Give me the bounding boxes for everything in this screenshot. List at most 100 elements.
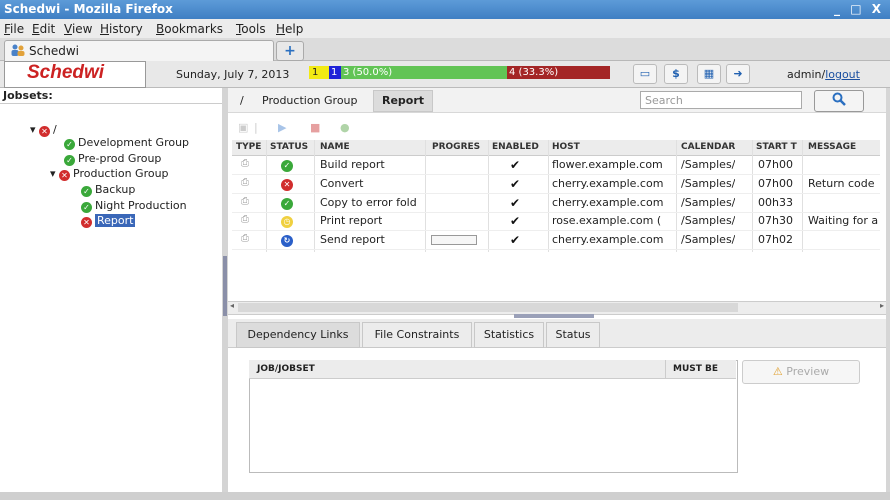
window-title: Schedwi - Mozilla Firefox [4, 2, 173, 16]
expand-arrow-icon[interactable]: ▾ [30, 123, 36, 136]
calendar-icon[interactable]: ▦ [697, 64, 721, 84]
dependency-table-header: JOB/JOBSET MUST BE [249, 360, 736, 379]
status-seg-pending: 1 [309, 66, 329, 79]
divider [0, 103, 222, 104]
col-host[interactable]: HOST [552, 142, 580, 152]
search-input[interactable]: Search [640, 91, 802, 109]
col-status[interactable]: STATUS [270, 142, 308, 152]
status-running-icon: ↻ [281, 233, 293, 247]
edit-icon[interactable]: ▣ [238, 121, 248, 134]
col-calendar[interactable]: CALENDAR [681, 142, 735, 152]
status-seg-running: 1 [329, 66, 341, 79]
menu-help[interactable]: Help [276, 22, 303, 36]
job-host: rose.example.com ( [552, 214, 662, 227]
tab-status[interactable]: Status [546, 322, 600, 348]
breadcrumb-group[interactable]: Production Group [262, 94, 358, 107]
username: admin/ [787, 68, 826, 81]
scroll-left-icon[interactable]: ◂ [230, 301, 234, 310]
job-calendar: /Samples/ [681, 158, 736, 171]
logout-link[interactable]: logout [825, 68, 860, 81]
job-start-time: 07h00 [758, 177, 793, 190]
tree-root[interactable]: ▾ ✕ / [30, 123, 57, 137]
browser-status-bar [0, 492, 890, 500]
browser-tab-label: Schedwi [29, 44, 79, 58]
job-host: flower.example.com [552, 158, 663, 171]
tree-item-night-production[interactable]: ✓ Night Production [81, 199, 187, 213]
menu-file[interactable]: File [4, 22, 24, 36]
browser-tab[interactable]: Schedwi [4, 40, 274, 61]
status-ok-icon: ✓ [281, 196, 293, 210]
window-controls[interactable]: _ □ X [834, 2, 884, 16]
tree-item-development-group[interactable]: ✓ Development Group [64, 136, 189, 150]
exit-icon[interactable]: ➜ [726, 64, 750, 84]
refresh-icon[interactable]: ● [340, 121, 350, 134]
job-host: cherry.example.com [552, 177, 664, 190]
job-type-icon: ⎙ [241, 177, 249, 188]
job-type-icon: ⎙ [241, 196, 249, 207]
col-must-be[interactable]: MUST BE [673, 364, 718, 374]
enabled-check-icon: ✔ [510, 233, 521, 247]
progress-bar [431, 235, 477, 245]
col-enabled[interactable]: ENABLED [492, 142, 539, 152]
logo-text: Schedwi [27, 62, 105, 83]
search-button[interactable] [814, 90, 864, 112]
job-host: cherry.example.com [552, 196, 664, 209]
expand-arrow-icon[interactable]: ▾ [50, 167, 56, 180]
scroll-right-icon[interactable]: ▸ [880, 301, 884, 310]
col-progress[interactable]: PROGRES [432, 142, 488, 152]
job-start-time: 07h00 [758, 158, 793, 171]
breadcrumb-root[interactable]: / [240, 94, 244, 107]
job-name: Copy to error fold [320, 196, 417, 209]
tree-item-backup[interactable]: ✓ Backup [81, 183, 135, 197]
tree-item-production-group[interactable]: ▾ ✕ Production Group [50, 167, 169, 181]
tab-dependency-links[interactable]: Dependency Links [236, 322, 360, 348]
enabled-check-icon: ✔ [510, 177, 521, 191]
start-icon[interactable]: ▶ [278, 121, 286, 134]
separator-icon: | [254, 121, 258, 134]
user-info: admin/logout [787, 68, 860, 81]
job-calendar: /Samples/ [681, 196, 736, 209]
menu-history[interactable]: History [100, 22, 143, 36]
status-seg-completed: 3 (50.0%) [341, 66, 507, 79]
col-name[interactable]: NAME [320, 142, 350, 152]
app-logo[interactable]: Schedwi [4, 61, 146, 88]
column-divider [665, 360, 666, 378]
job-name: Print report [320, 214, 383, 227]
ok-icon: ✓ [81, 202, 92, 213]
job-name: Convert [320, 177, 364, 190]
col-start-time[interactable]: START T [756, 142, 800, 152]
monitor-icon[interactable]: ▭ [633, 64, 657, 84]
tab-statistics[interactable]: Statistics [474, 322, 544, 348]
tree-item-preprod-group[interactable]: ✓ Pre-prod Group [64, 152, 161, 166]
window-titlebar: Schedwi - Mozilla Firefox _ □ X [0, 0, 890, 19]
menu-view[interactable]: View [64, 22, 92, 36]
new-tab-button[interactable]: + [276, 41, 304, 61]
menu-edit[interactable]: Edit [32, 22, 55, 36]
status-waiting-icon: ◷ [281, 214, 293, 228]
tree-item-label-selected: Report [95, 214, 136, 227]
job-type-icon: ⎙ [241, 214, 249, 225]
dollar-icon[interactable]: $ [664, 64, 688, 84]
job-status-bar[interactable]: 1 1 3 (50.0%) 4 (33.3%) [309, 66, 610, 79]
enabled-check-icon: ✔ [510, 214, 521, 228]
job-name: Send report [320, 233, 385, 246]
panel-resize-grip[interactable] [514, 314, 594, 318]
preview-label: Preview [786, 365, 830, 378]
menu-tools[interactable]: Tools [236, 22, 266, 36]
splitter-grip[interactable] [223, 256, 227, 316]
stop-icon[interactable]: ■ [310, 121, 320, 134]
ok-icon: ✓ [64, 139, 75, 150]
preview-button[interactable]: ⚠ Preview [742, 360, 860, 384]
error-icon: ✕ [59, 170, 71, 181]
status-error-icon: ✕ [281, 177, 293, 191]
col-type[interactable]: TYPE [236, 142, 261, 152]
tab-file-constraints[interactable]: File Constraints [362, 322, 472, 348]
col-message[interactable]: MESSAGE [808, 142, 856, 152]
horizontal-scrollbar[interactable]: ◂ ▸ [228, 301, 886, 315]
tree-item-report[interactable]: ✕ Report [81, 214, 136, 228]
col-job-jobset[interactable]: JOB/JOBSET [257, 364, 315, 374]
breadcrumb-current[interactable]: Report [373, 90, 433, 112]
job-start-time: 00h33 [758, 196, 793, 209]
scrollbar-thumb[interactable] [238, 303, 738, 312]
menu-bookmarks[interactable]: Bookmarks [156, 22, 223, 36]
